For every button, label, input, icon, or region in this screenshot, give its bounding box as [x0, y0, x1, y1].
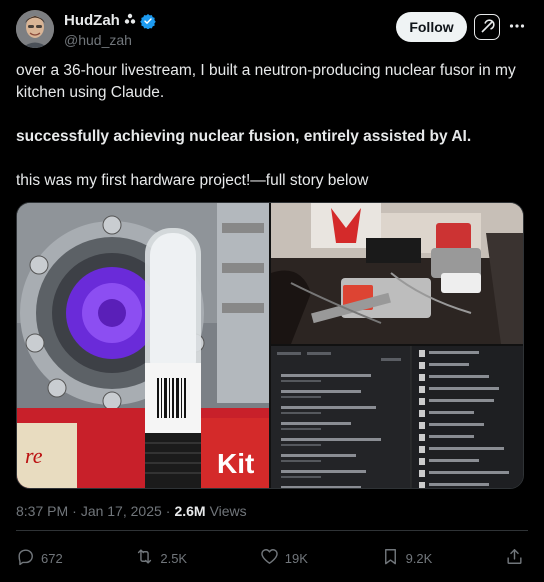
tweet-date[interactable]: Jan 17, 2025: [81, 503, 162, 519]
views-label: Views: [209, 503, 247, 519]
divider: [16, 530, 528, 531]
svg-text:Kit: Kit: [217, 448, 254, 479]
media-grid: Kit re: [16, 202, 524, 489]
like-button[interactable]: 19K: [260, 547, 308, 569]
views-count: 2.6M: [174, 503, 206, 519]
bookmark-button[interactable]: 9.2K: [381, 547, 433, 569]
avatar[interactable]: [16, 10, 54, 48]
tweet-header: HudZah @hud_zah Follow: [16, 10, 528, 54]
reply-button[interactable]: 672: [16, 547, 63, 569]
repost-icon: [135, 547, 154, 569]
tweet-text-line-2: successfully achieving nuclear fusion, e…: [16, 128, 472, 145]
fusor-chamber-photo[interactable]: Kit re: [17, 203, 269, 488]
share-button[interactable]: [505, 547, 524, 569]
action-bar: 672 2.5K 19K 9.2K: [16, 544, 524, 572]
bookmark-icon: [381, 547, 400, 569]
chat-history-screenshot[interactable]: [271, 346, 523, 488]
tweet-body: over a 36-hour livestream, I built a neu…: [16, 60, 526, 192]
tweet-text-line-3: this was my first hardware project!—full…: [16, 172, 369, 189]
affiliate-badge-icon: [124, 13, 136, 28]
like-count: 19K: [284, 550, 308, 566]
heart-icon: [260, 547, 279, 569]
more-icon[interactable]: [506, 14, 528, 38]
follow-button[interactable]: Follow: [396, 12, 467, 42]
repost-count: 2.5K: [160, 550, 188, 566]
svg-text:re: re: [25, 443, 43, 468]
kitchen-table-setup-photo[interactable]: [271, 203, 523, 344]
bookmark-count: 9.2K: [405, 550, 433, 566]
author-name-row: HudZah: [64, 12, 156, 29]
tweet-time[interactable]: 8:37 PM: [16, 503, 68, 519]
tweet-meta: 8:37 PM · Jan 17, 2025 · 2.6M Views: [16, 503, 247, 519]
author-handle[interactable]: @hud_zah: [64, 32, 132, 48]
share-icon: [505, 547, 524, 569]
reply-icon: [16, 547, 35, 569]
meta-separator: ·: [72, 503, 77, 519]
grok-icon[interactable]: [474, 14, 500, 40]
verified-badge-icon: [140, 13, 156, 29]
reply-count: 672: [41, 550, 63, 566]
tweet-text-line-1: over a 36-hour livestream, I built a neu…: [16, 62, 516, 101]
repost-button[interactable]: 2.5K: [135, 547, 187, 569]
meta-separator: ·: [165, 503, 171, 519]
author-name[interactable]: HudZah: [64, 12, 120, 29]
